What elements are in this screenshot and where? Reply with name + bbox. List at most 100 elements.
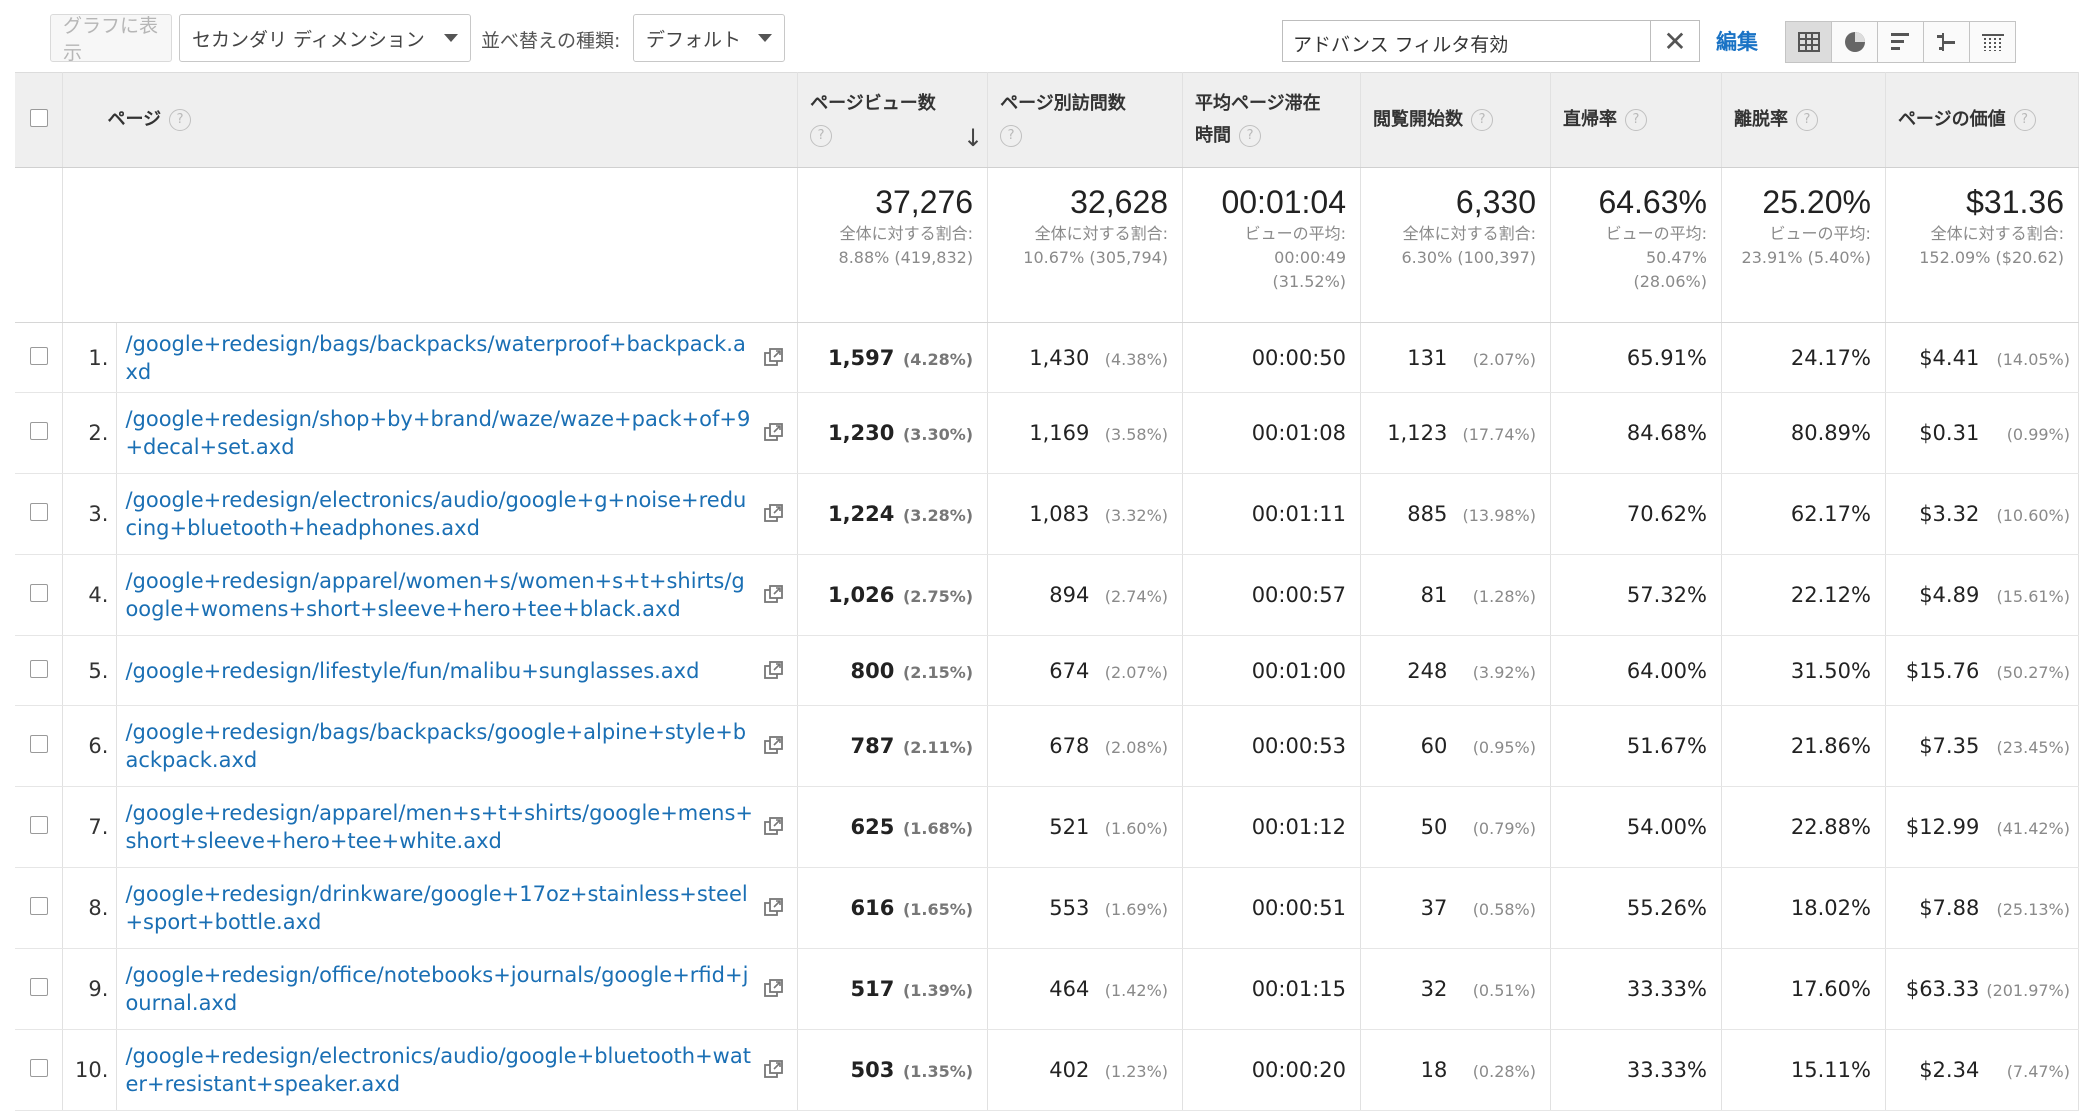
help-icon[interactable]: ?	[1000, 125, 1023, 147]
pageviews-cell: 800 (2.15%)	[797, 635, 989, 706]
external-link-icon[interactable]	[763, 897, 785, 924]
show-chart-button[interactable]: グラフに表示	[50, 14, 172, 64]
row-checkbox[interactable]	[29, 503, 48, 521]
page-value-amount: $4.89	[1919, 583, 1980, 607]
help-icon[interactable]: ?	[2013, 109, 2036, 131]
row-checkbox[interactable]	[29, 346, 48, 365]
page-link[interactable]: /google+redesign/drinkware/google+17oz+s…	[125, 880, 755, 936]
page-link[interactable]: /google+redesign/electronics/audio/googl…	[125, 486, 755, 542]
page-link[interactable]: /google+redesign/office/notebooks+journa…	[125, 961, 755, 1017]
page-link[interactable]: /google+redesign/apparel/women+s/women+s…	[125, 567, 755, 623]
avg-time-cell: 00:00:53	[1182, 705, 1362, 787]
summary-entrances: 6,330 全体に対する割合: 6.30% (100,397)	[1360, 167, 1551, 323]
page-value-percent: (7.47%)	[2006, 1062, 2070, 1081]
pageviews-cell: 787 (2.11%)	[797, 705, 989, 787]
exit-cell: 24.17%	[1721, 322, 1886, 393]
exit-rate-column-header[interactable]: 離脱率?	[1721, 72, 1886, 168]
external-link-icon[interactable]	[763, 503, 785, 530]
external-link-icon[interactable]	[763, 660, 785, 687]
summary-label: 全体に対する割合:	[1930, 224, 2064, 243]
row-rank: 4.	[62, 554, 118, 636]
entrances-cell: 50 (0.79%)	[1360, 786, 1551, 868]
row-rank: 9.	[62, 948, 118, 1030]
page-link[interactable]: /google+redesign/shop+by+brand/waze/waze…	[125, 405, 755, 461]
help-icon[interactable]: ?	[1625, 109, 1647, 131]
entrances-percent: (1.28%)	[1472, 587, 1536, 606]
unique-pageviews-column-header[interactable]: ページ別訪問数?	[987, 72, 1184, 168]
external-link-icon[interactable]	[763, 978, 785, 1005]
pageviews-column-header[interactable]: ページビュー数? ↓	[797, 72, 989, 168]
external-link-icon[interactable]	[763, 422, 785, 449]
close-icon[interactable]: ✕	[1650, 21, 1699, 61]
row-select-cell	[15, 867, 64, 949]
unique-cell: 553 (1.69%)	[987, 867, 1184, 949]
filter-input[interactable]: アドバンス フィルタ有効	[1283, 21, 1650, 61]
page-value-cell: $63.33 (201.97%)	[1885, 948, 2079, 1030]
bounce-rate-column-header[interactable]: 直帰率?	[1550, 72, 1722, 168]
page-link[interactable]: /google+redesign/electronics/audio/googl…	[125, 1042, 755, 1098]
edit-filter-link[interactable]: 編集	[1716, 26, 1758, 56]
avg-time-column-header[interactable]: 平均ページ滞在 時間?	[1182, 72, 1362, 168]
row-checkbox[interactable]	[29, 978, 48, 996]
row-checkbox[interactable]	[29, 897, 48, 915]
entrances-column-header[interactable]: 閲覧開始数?	[1360, 72, 1551, 168]
unique-cell: 521 (1.60%)	[987, 786, 1184, 868]
secondary-dimension-dropdown[interactable]: セカンダリ ディメンション	[179, 14, 471, 62]
exit-cell: 21.86%	[1721, 705, 1886, 787]
entrances-percent: (0.58%)	[1472, 900, 1536, 919]
help-icon[interactable]: ?	[810, 125, 833, 147]
summary-sub: 50.47%	[1645, 248, 1707, 267]
page-link[interactable]: /google+redesign/apparel/men+s+t+shirts/…	[125, 799, 755, 855]
row-checkbox[interactable]	[29, 659, 48, 678]
row-checkbox[interactable]	[29, 1059, 48, 1077]
page-cell: /google+redesign/electronics/audio/googl…	[116, 473, 799, 555]
page-value-amount: $3.32	[1919, 502, 1980, 526]
external-link-icon[interactable]	[763, 584, 785, 611]
row-checkbox[interactable]	[29, 735, 48, 753]
page-link[interactable]: /google+redesign/bags/backpacks/google+a…	[125, 718, 755, 774]
page-link[interactable]: /google+redesign/bags/backpacks/waterpro…	[125, 330, 755, 386]
pivot-icon[interactable]	[1970, 22, 2015, 62]
help-icon[interactable]: ?	[1471, 109, 1494, 131]
exit-cell: 15.11%	[1721, 1029, 1886, 1111]
pageviews-cell: 1,026 (2.75%)	[797, 554, 989, 636]
exit-cell: 22.88%	[1721, 786, 1886, 868]
pageviews-percent: (2.75%)	[902, 587, 974, 606]
page-value-amount: $7.35	[1919, 734, 1980, 758]
row-rank: 5.	[62, 635, 118, 706]
row-checkbox[interactable]	[29, 816, 48, 834]
bounce-value: 65.91%	[1626, 345, 1707, 370]
help-icon[interactable]: ?	[1795, 109, 1818, 131]
summary-sub: 152.09% ($20.62)	[1919, 248, 2064, 267]
external-link-icon[interactable]	[763, 735, 785, 762]
row-checkbox[interactable]	[29, 584, 48, 602]
advanced-filter-box[interactable]: アドバンス フィルタ有効 ✕	[1282, 20, 1700, 62]
chevron-down-icon	[758, 34, 772, 42]
page-column-header[interactable]: ページ?	[62, 72, 799, 168]
external-link-icon[interactable]	[763, 816, 785, 843]
table-icon[interactable]	[1786, 22, 1832, 62]
pageviews-percent: (1.39%)	[902, 981, 974, 1000]
select-all-checkbox[interactable]	[29, 108, 48, 127]
page-link[interactable]: /google+redesign/lifestyle/fun/malibu+su…	[125, 657, 755, 685]
unique-cell: 1,169 (3.58%)	[987, 392, 1184, 474]
help-icon[interactable]: ?	[1239, 125, 1262, 147]
page-value-column-header[interactable]: ページの価値?	[1885, 72, 2079, 168]
pageviews-percent: (1.68%)	[902, 819, 974, 838]
bounce-value: 64.00%	[1626, 658, 1707, 683]
help-icon[interactable]: ?	[169, 109, 192, 131]
unique-value: 402	[1049, 1058, 1090, 1082]
table-row: 7. /google+redesign/apparel/men+s+t+shir…	[15, 786, 2079, 868]
sort-type-dropdown[interactable]: デフォルト	[633, 14, 785, 62]
row-checkbox[interactable]	[29, 422, 48, 440]
pie-icon[interactable]	[1832, 22, 1878, 62]
pageviews-cell: 503 (1.35%)	[797, 1029, 989, 1111]
external-link-icon[interactable]	[763, 347, 785, 374]
external-link-icon[interactable]	[763, 1059, 785, 1086]
page-value-cell: $3.32 (10.60%)	[1885, 473, 2079, 555]
bounce-header-label: 直帰率	[1563, 109, 1617, 130]
comparison-icon[interactable]	[1924, 22, 1970, 62]
bounce-value: 55.26%	[1626, 896, 1707, 920]
bar-icon[interactable]	[1878, 22, 1924, 62]
page-value-percent: (14.05%)	[1996, 349, 2071, 369]
